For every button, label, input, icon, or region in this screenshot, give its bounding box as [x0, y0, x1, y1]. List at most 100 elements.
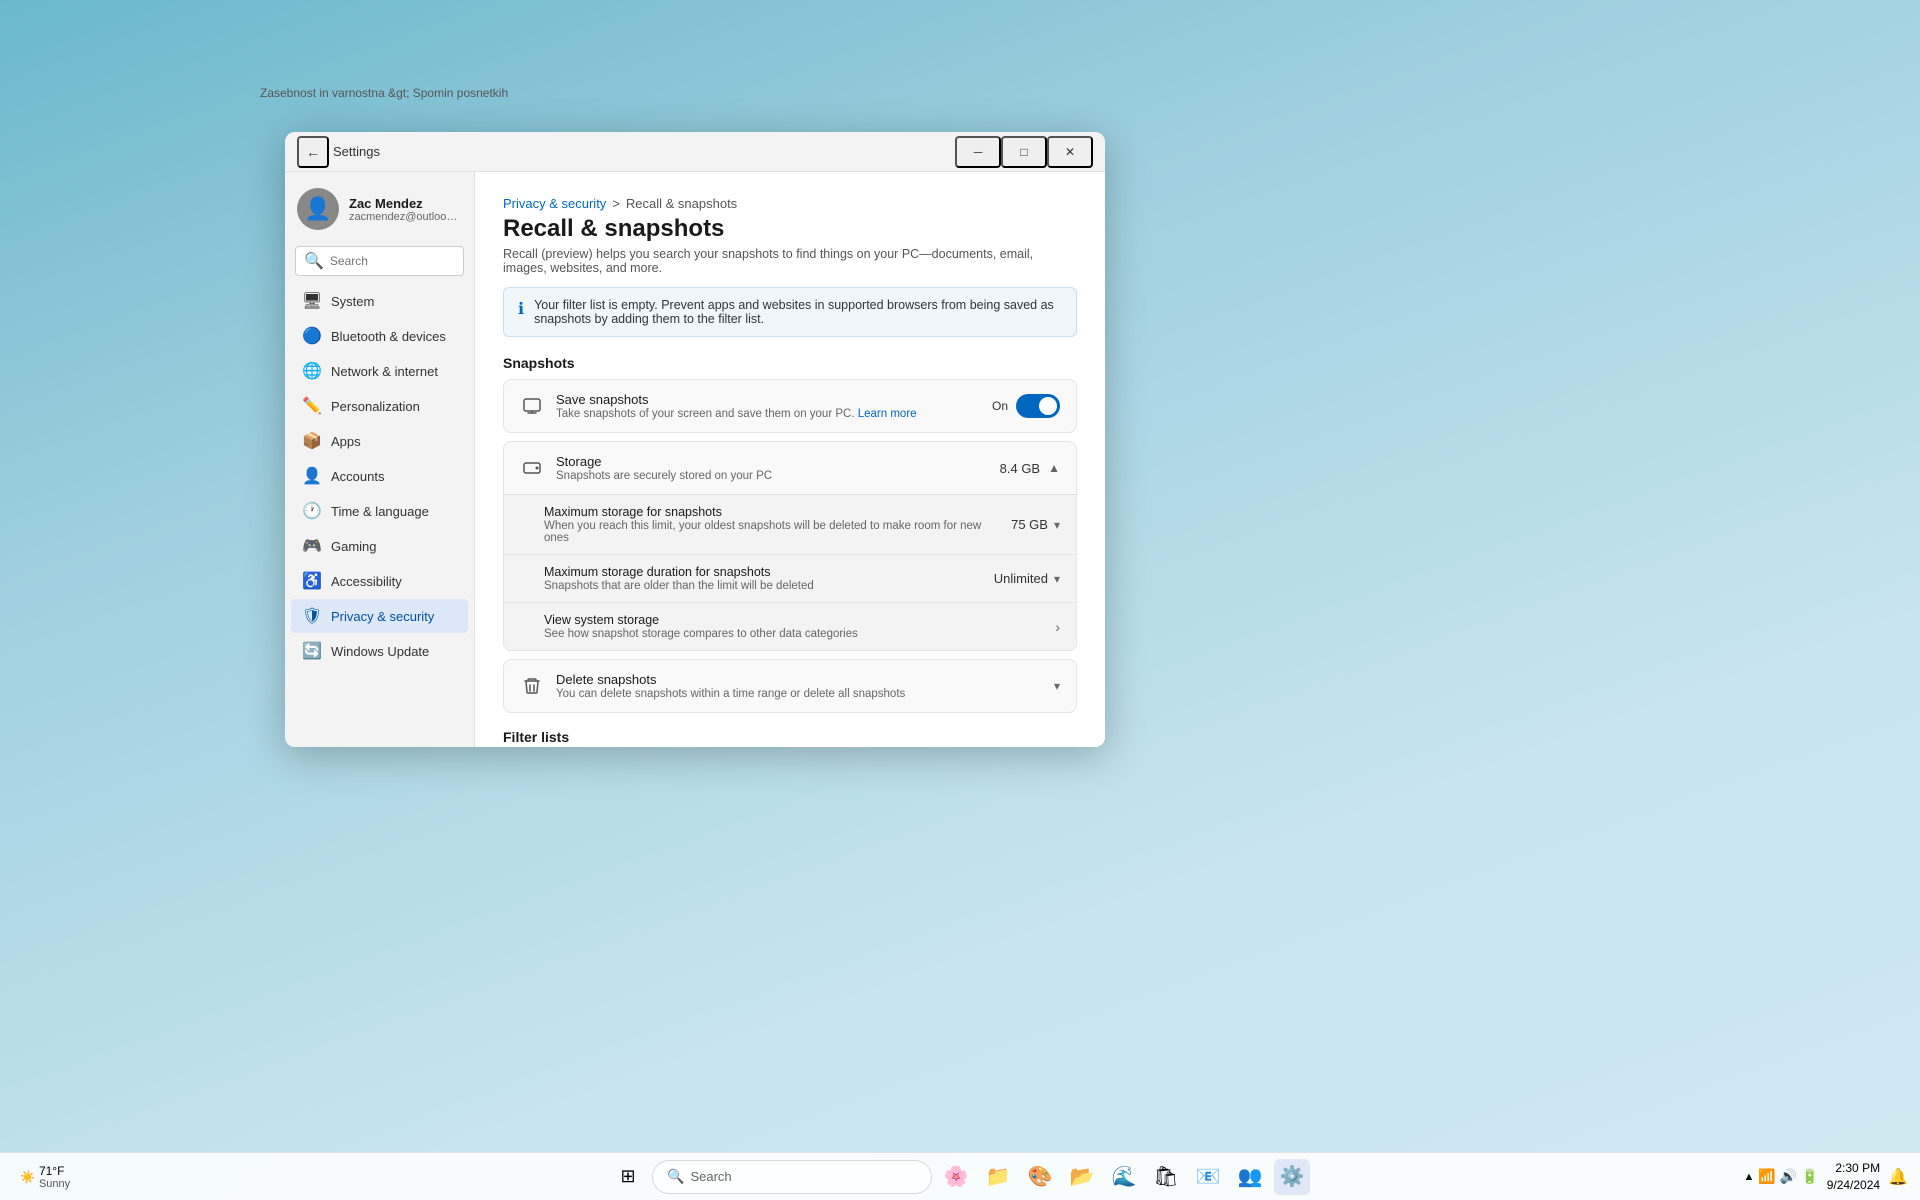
- save-snapshots-control: On: [992, 394, 1060, 418]
- user-profile[interactable]: 👤 Zac Mendez zacmendez@outlook.com: [285, 180, 474, 242]
- weather-widget[interactable]: ☀️ 71°F Sunny: [12, 1159, 78, 1195]
- view-system-arrow: ›: [1055, 619, 1060, 635]
- breadcrumb-nav: Privacy & security > Recall & snapshots: [503, 196, 1077, 211]
- view-system-desc: See how snapshot storage compares to oth…: [544, 628, 1043, 640]
- sidebar-item-personalization[interactable]: ✏️ Personalization: [291, 389, 468, 423]
- chevron-up-icon[interactable]: ▲: [1743, 1171, 1754, 1183]
- maximize-button[interactable]: □: [1001, 136, 1047, 168]
- taskbar-teams-icon[interactable]: 👥: [1232, 1159, 1268, 1195]
- save-snapshots-label: Save snapshots: [556, 392, 980, 407]
- max-duration-row: Maximum storage duration for snapshots S…: [504, 555, 1076, 603]
- sidebar-item-network[interactable]: 🌐 Network & internet: [291, 354, 468, 388]
- taskbar-edge-icon[interactable]: 🌊: [1106, 1159, 1142, 1195]
- storage-label: Storage: [556, 454, 988, 469]
- window-controls: ─ □ ✕: [955, 136, 1093, 168]
- storage-control: 8.4 GB ▲: [1000, 461, 1060, 476]
- max-duration-value: Unlimited: [994, 571, 1048, 586]
- sidebar-item-accessibility[interactable]: ♿ Accessibility: [291, 564, 468, 598]
- minimize-button[interactable]: ─: [955, 136, 1001, 168]
- storage-row: Storage Snapshots are securely stored on…: [504, 442, 1076, 494]
- delete-snapshots-desc: You can delete snapshots within a time r…: [556, 688, 1042, 700]
- update-icon: 🔄: [303, 642, 321, 660]
- window-title: Settings: [333, 144, 955, 159]
- save-snapshots-learn-more[interactable]: Learn more: [858, 408, 917, 420]
- delete-snapshots-control: ▾: [1054, 679, 1060, 693]
- storage-text: Storage Snapshots are securely stored on…: [556, 454, 988, 482]
- taskbar-search-label: Search: [690, 1169, 731, 1184]
- avatar: 👤: [297, 188, 339, 230]
- sidebar-item-accounts[interactable]: 👤 Accounts: [291, 459, 468, 493]
- gaming-icon: 🎮: [303, 537, 321, 555]
- taskbar: ☀️ 71°F Sunny ⊞ 🔍 Search 🌸 📁 🎨 📂 🌊 🛍 📧 👥…: [0, 1152, 1920, 1200]
- taskbar-center: ⊞ 🔍 Search 🌸 📁 🎨 📂 🌊 🛍 📧 👥 ⚙️: [610, 1159, 1310, 1195]
- save-snapshots-toggle[interactable]: [1016, 394, 1060, 418]
- max-storage-text: Maximum storage for snapshots When you r…: [544, 505, 999, 544]
- start-button[interactable]: ⊞: [610, 1159, 646, 1195]
- sidebar-search-input[interactable]: [330, 254, 455, 268]
- taskbar-folder-icon[interactable]: 📂: [1064, 1159, 1100, 1195]
- view-system-row[interactable]: View system storage See how snapshot sto…: [504, 603, 1076, 650]
- taskbar-search-box[interactable]: 🔍 Search: [652, 1160, 932, 1194]
- sidebar-item-update[interactable]: 🔄 Windows Update: [291, 634, 468, 668]
- weather-info: 71°F Sunny: [39, 1164, 70, 1190]
- max-storage-value: 75 GB: [1011, 517, 1048, 532]
- page-subtitle: Recall (preview) helps you search your s…: [503, 247, 1077, 275]
- battery-icon[interactable]: 🔋: [1801, 1168, 1818, 1185]
- sidebar-item-privacy-label: Privacy & security: [331, 609, 434, 624]
- desktop-breadcrumb: Zasebnost in varnostna &gt; Spomin posne…: [260, 86, 508, 100]
- save-snapshots-toggle-label: On: [992, 399, 1008, 413]
- storage-desc: Snapshots are securely stored on your PC: [556, 470, 988, 482]
- sys-tray: ▲ 📶 🔊 🔋: [1743, 1168, 1818, 1185]
- max-duration-dropdown[interactable]: Unlimited ▾: [994, 571, 1060, 586]
- sidebar-search-box[interactable]: 🔍: [295, 246, 464, 276]
- sidebar-item-apps[interactable]: 📦 Apps: [291, 424, 468, 458]
- clock-time: 2:30 PM: [1827, 1160, 1880, 1177]
- weather-temp: 71°F: [39, 1164, 70, 1178]
- back-button[interactable]: ←: [297, 136, 329, 168]
- max-storage-row: Maximum storage for snapshots When you r…: [504, 495, 1076, 555]
- taskbar-settings-icon[interactable]: ⚙️: [1274, 1159, 1310, 1195]
- sidebar-item-time[interactable]: 🕐 Time & language: [291, 494, 468, 528]
- accessibility-icon: ♿: [303, 572, 321, 590]
- taskbar-browser-icon[interactable]: 🎨: [1022, 1159, 1058, 1195]
- sidebar-item-gaming[interactable]: 🎮 Gaming: [291, 529, 468, 563]
- sidebar-item-system[interactable]: 🖥 System: [291, 284, 468, 318]
- taskbar-store-icon[interactable]: 🛍: [1148, 1159, 1184, 1195]
- delete-snapshots-text: Delete snapshots You can delete snapshot…: [556, 672, 1042, 700]
- taskbar-files-icon[interactable]: 🌸: [938, 1159, 974, 1195]
- sidebar-item-time-label: Time & language: [331, 504, 429, 519]
- view-system-text: View system storage See how snapshot sto…: [544, 613, 1043, 640]
- info-icon: ℹ: [518, 299, 524, 319]
- delete-snapshots-chevron[interactable]: ▾: [1054, 679, 1060, 693]
- taskbar-left: ☀️ 71°F Sunny: [12, 1159, 78, 1195]
- max-storage-dropdown[interactable]: 75 GB ▾: [1011, 517, 1060, 532]
- page-title: Recall & snapshots: [503, 215, 1077, 243]
- sidebar-item-accessibility-label: Accessibility: [331, 574, 402, 589]
- volume-icon[interactable]: 🔊: [1780, 1168, 1797, 1185]
- title-bar: ← Settings ─ □ ✕: [285, 132, 1105, 172]
- storage-expand-chevron[interactable]: ▲: [1048, 461, 1060, 475]
- close-button[interactable]: ✕: [1047, 136, 1093, 168]
- network-tray-icon[interactable]: 📶: [1758, 1168, 1775, 1185]
- bluetooth-icon: 🔵: [303, 327, 321, 345]
- sidebar-item-bluetooth[interactable]: 🔵 Bluetooth & devices: [291, 319, 468, 353]
- system-icon: 🖥: [303, 292, 321, 310]
- taskbar-explorer-icon[interactable]: 📁: [980, 1159, 1016, 1195]
- notification-icon[interactable]: 🔔: [1888, 1167, 1908, 1187]
- taskbar-right: ▲ 📶 🔊 🔋 2:30 PM 9/24/2024 🔔: [1743, 1160, 1908, 1194]
- taskbar-mail-icon[interactable]: 📧: [1190, 1159, 1226, 1195]
- snapshots-section-title: Snapshots: [503, 355, 1077, 371]
- weather-icon: ☀️: [20, 1170, 35, 1184]
- sidebar-item-update-label: Windows Update: [331, 644, 429, 659]
- info-banner-text: Your filter list is empty. Prevent apps …: [534, 298, 1062, 326]
- sidebar-item-accounts-label: Accounts: [331, 469, 384, 484]
- max-storage-chevron: ▾: [1054, 518, 1060, 532]
- network-icon: 🌐: [303, 362, 321, 380]
- sidebar-item-privacy[interactable]: 🛡 Privacy & security: [291, 599, 468, 633]
- delete-snapshots-label: Delete snapshots: [556, 672, 1042, 687]
- sidebar-nav: 🖥 System 🔵 Bluetooth & devices 🌐 Network…: [285, 284, 474, 668]
- clock[interactable]: 2:30 PM 9/24/2024: [1827, 1160, 1880, 1194]
- breadcrumb-parent[interactable]: Privacy & security: [503, 196, 606, 211]
- save-snapshots-text: Save snapshots Take snapshots of your sc…: [556, 392, 980, 420]
- delete-snapshots-row: Delete snapshots You can delete snapshot…: [504, 660, 1076, 712]
